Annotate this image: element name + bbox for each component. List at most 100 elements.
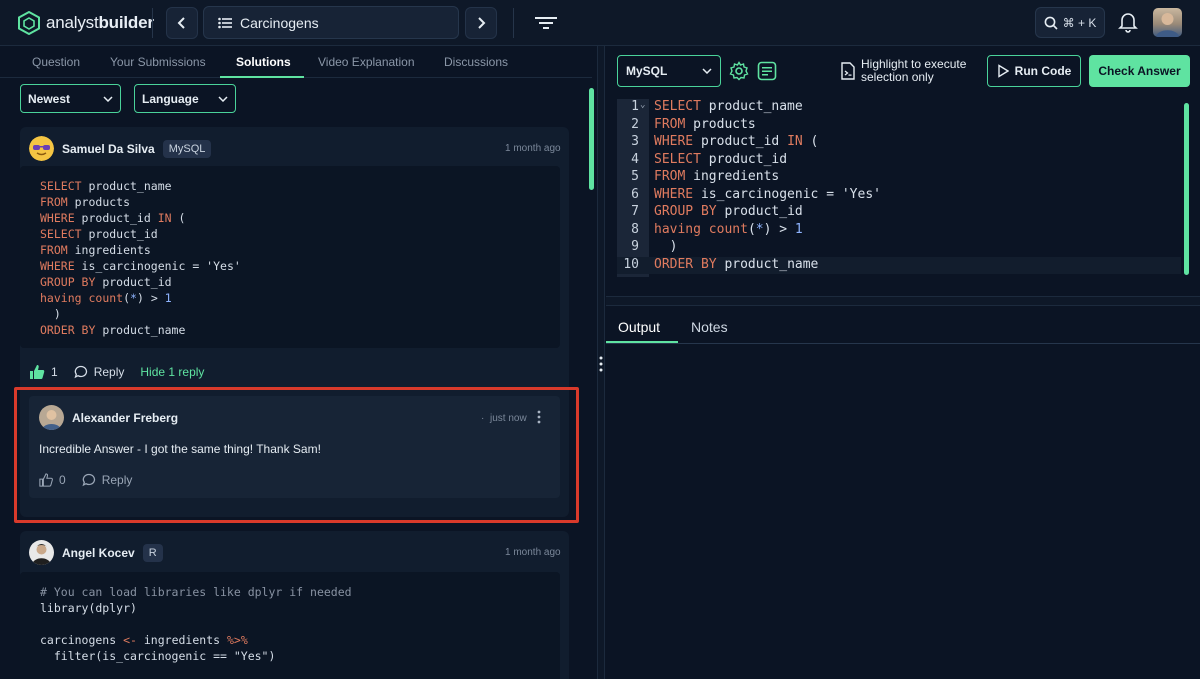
gear-icon [729,61,749,81]
editor-line[interactable]: 9 ) [617,239,1181,257]
active-output-tab-indicator [606,341,678,343]
code-line: SELECT product_id [40,227,158,241]
notifications-button[interactable] [1118,11,1138,36]
left-scrollbar[interactable] [589,88,594,190]
code-line: WHERE is_carcinogenic = 'Yes' [40,259,241,273]
highlight-hint: Highlight to execute selection only [861,58,966,84]
code-line: having count(*) > 1 [40,291,172,305]
tab-discussions[interactable]: Discussions [444,55,508,69]
editor-line[interactable]: 7 GROUP BY product_id [617,204,1181,222]
filter-button[interactable] [532,10,560,36]
previous-problem-button[interactable] [166,7,198,39]
resize-grip-icon[interactable] [598,356,604,375]
author-name[interactable]: Samuel Da Silva [62,142,155,156]
author-avatar[interactable] [29,540,54,565]
output-tabs: Output Notes [606,307,1200,344]
run-code-button[interactable]: Run Code [987,55,1081,87]
terminal-file-icon [840,62,856,83]
fold-chevron-icon[interactable]: ⌄ [640,100,645,110]
check-answer-button[interactable]: Check Answer [1089,55,1190,87]
tab-your-submissions[interactable]: Your Submissions [110,55,206,69]
code-line: GROUP BY product_id [40,275,172,289]
sort-select[interactable]: Newest [20,84,121,113]
problem-tabs: Question Your Submissions Solutions Vide… [0,46,592,78]
line-number: 7 [631,204,639,219]
tab-notes[interactable]: Notes [691,319,728,335]
play-icon [997,64,1009,78]
line-number: 2 [631,116,639,132]
solution-actions: 1 Reply Hide 1 reply [29,364,204,380]
editor-line[interactable]: 3 WHERE product_id IN ( [617,134,1181,152]
divider [513,8,514,38]
filter-lines-icon [535,17,557,29]
hexagon-logo-icon [18,11,40,35]
user-avatar[interactable] [1153,8,1182,37]
chevron-down-icon [218,95,228,102]
editor-line-active[interactable]: 10 ORDER BY product_name [617,256,1181,274]
tab-question[interactable]: Question [32,55,80,69]
comment-icon[interactable] [74,365,88,379]
tab-video-explanation[interactable]: Video Explanation [318,55,415,69]
divider [152,8,153,38]
line-number: 1 [631,99,639,114]
editor-line-text: SELECT product_name [654,99,803,114]
user-photo-icon [29,540,54,565]
editor-scrollbar[interactable] [1184,103,1189,275]
code-line: carcinogens <- ingredients %>% [40,633,248,647]
author-avatar[interactable] [29,136,54,161]
highlight-hint-line: selection only [861,70,934,84]
author-name[interactable]: Angel Kocev [62,546,135,560]
hide-replies-button[interactable]: Hide 1 reply [140,365,204,379]
next-problem-button[interactable] [465,7,497,39]
format-code-button[interactable] [757,61,777,84]
like-count: 1 [51,365,58,379]
editor-line[interactable]: 4 SELECT product_id [617,152,1181,170]
line-number: 6 [631,186,639,202]
sunglasses-emoji-avatar-icon [29,136,54,161]
editor-line-text: FROM products [654,116,756,132]
code-line: # You can load libraries like dplyr if n… [40,585,352,599]
editor-line-text: GROUP BY product_id [654,204,803,219]
output-panel [606,344,1200,679]
solution-header: Angel Kocev R [29,540,163,565]
code-line: FROM ingredients [40,243,151,257]
editor-line[interactable]: 8 having count(*) > 1 [617,222,1181,240]
thumbs-up-filled-icon[interactable] [29,364,45,380]
run-code-label: Run Code [1014,64,1072,78]
line-number: 10 [623,256,639,272]
top-bar: analystbuilder Carcinogens ⌘ + K [0,0,1200,46]
language-badge: R [142,543,163,562]
editor-line-text: FROM ingredients [654,169,780,184]
language-select[interactable]: Language [134,84,236,113]
editor-line[interactable]: 1 ⌄ SELECT product_name [617,99,1181,117]
tab-output[interactable]: Output [618,319,660,335]
solution-timestamp: 1 month ago [505,547,561,558]
editor-language-select[interactable]: MySQL [617,55,721,87]
line-number: 9 [631,239,639,254]
language-select-value: Language [142,91,199,106]
code-line: FROM products [40,195,131,209]
editor-line-text: having count(*) > 1 [654,221,803,237]
problem-title: Carcinogens [240,14,319,31]
code-line: WHERE product_id IN ( [40,211,186,225]
code-editor[interactable]: 1 ⌄ SELECT product_name 2 FROM products 3 WH… [617,99,1181,277]
solution-header: Samuel Da Silva MySQL [29,136,212,161]
problem-title-box[interactable]: Carcinogens [203,6,459,39]
editor-line[interactable]: 2 FROM products [617,117,1181,135]
tab-solutions[interactable]: Solutions [236,55,291,69]
sort-select-value: Newest [28,91,71,106]
search-button[interactable]: ⌘ + K [1035,7,1105,38]
list-icon [218,17,232,28]
editor-line[interactable]: 6 WHERE is_carcinogenic = 'Yes' [617,187,1181,205]
brand-logo[interactable]: analystbuilder [18,11,154,35]
editor-line-text: WHERE is_carcinogenic = 'Yes' [654,186,881,202]
active-tab-indicator [220,76,304,78]
reply-button[interactable]: Reply [94,365,125,379]
settings-button[interactable] [729,61,749,84]
check-answer-label: Check Answer [1098,64,1181,78]
code-line: filter(is_carcinogenic == "Yes") [40,649,276,663]
user-photo-icon [1156,13,1179,37]
editor-line[interactable]: 5 FROM ingredients [617,169,1181,187]
search-shortcut: ⌘ + K [1062,15,1097,30]
